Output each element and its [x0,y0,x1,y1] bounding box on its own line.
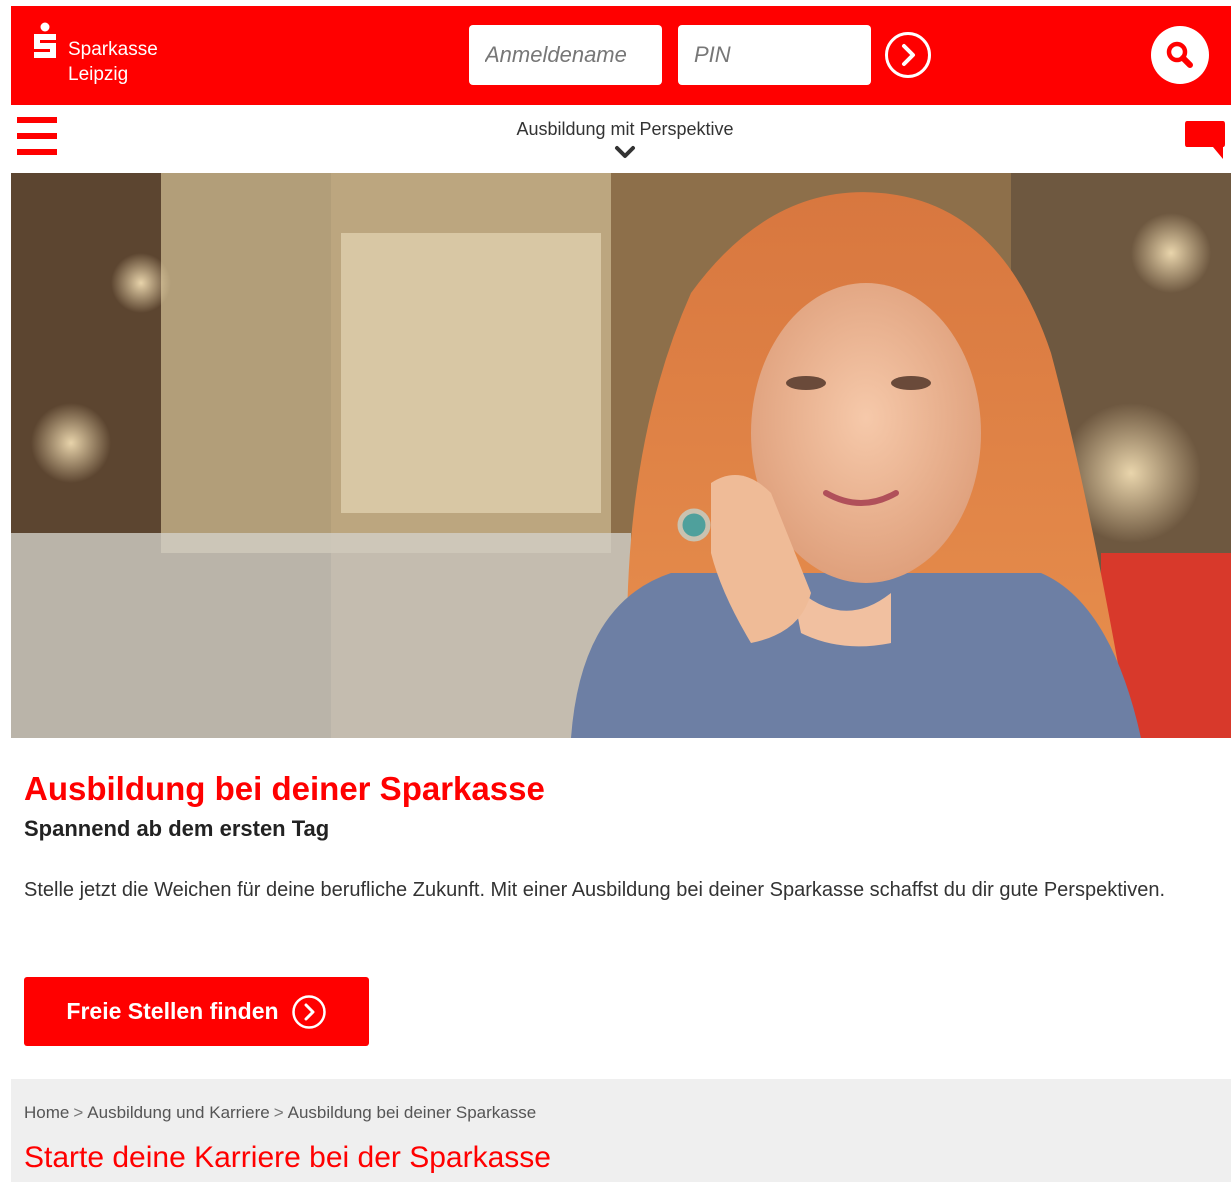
intro-text: Stelle jetzt die Weichen für deine beruf… [24,879,1166,901]
hamburger-menu-icon[interactable] [17,117,57,157]
pin-input[interactable] [678,25,871,85]
chevron-right-circle-icon [902,44,915,66]
chat-bubble-icon[interactable] [1183,117,1227,161]
page-subheadline: Spannend ab dem ersten Tag [24,816,330,841]
brand-name-line1: Sparkasse [68,39,158,60]
breadcrumb-ausbildung-karriere[interactable]: Ausbildung und Karriere [87,1103,269,1122]
chevron-right-circle-icon [291,994,326,1029]
search-button[interactable] [1151,26,1209,84]
breadcrumb-home[interactable]: Home [24,1103,69,1122]
breadcrumb-current: Ausbildung bei deiner Sparkasse [287,1103,537,1122]
breadcrumb: Home > Ausbildung und Karriere > Ausbildung … [24,1103,536,1123]
sparkasse-logo-icon [34,22,56,58]
breadcrumb-separator: > [273,1103,284,1122]
brand-name-line2: Leipzig [68,64,129,85]
search-icon [1166,41,1193,68]
hero-photo [11,173,1231,738]
section-nav-title[interactable]: Ausbildung mit Perspektive [490,119,760,140]
hero-image [11,173,1231,738]
sparkasse-logo[interactable]: Sparkasse Leipzig [31,22,181,86]
find-jobs-button[interactable]: Freie Stellen finden [24,977,369,1046]
section-title: Starte deine Karriere bei der Sparkasse [24,1141,551,1174]
breadcrumb-section: Home > Ausbildung und Karriere > Ausbildung … [11,1079,1231,1182]
brand-name: Sparkasse Leipzig [68,37,158,87]
page-headline: Ausbildung bei deiner Sparkasse [24,770,545,807]
chevron-down-icon[interactable] [614,145,636,161]
username-input[interactable] [469,25,662,85]
login-submit-button[interactable] [885,32,931,78]
breadcrumb-separator: > [73,1103,84,1122]
secondary-nav: Ausbildung mit Perspektive [0,105,1231,173]
find-jobs-button-label: Freie Stellen finden [66,998,279,1024]
top-bar: Sparkasse Leipzig [11,6,1231,105]
